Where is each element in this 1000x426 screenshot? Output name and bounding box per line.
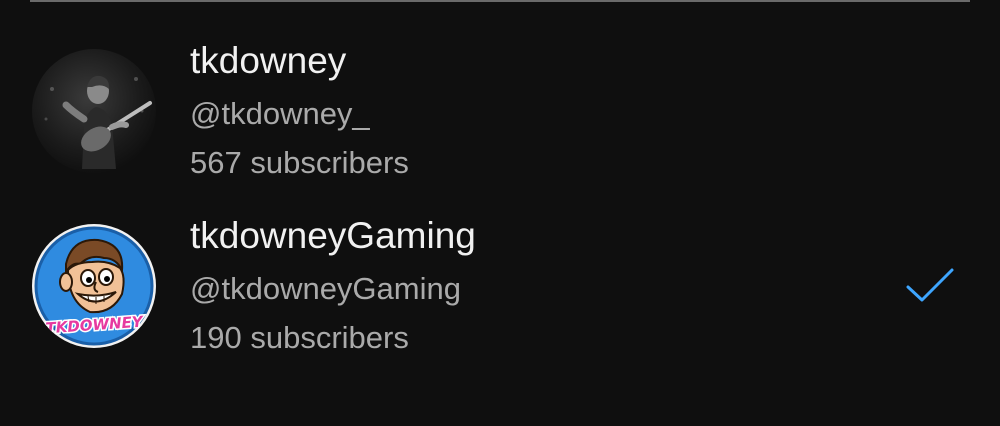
subscriber-count: 567 subscribers xyxy=(190,145,409,180)
channel-handle: @tkdowneyGaming xyxy=(190,271,461,306)
channel-name: tkdowney xyxy=(190,40,347,81)
guitarist-photo-avatar-icon xyxy=(32,49,156,173)
account-row-tkdowneygaming[interactable]: TKDOWNEY tkdowneyGaming @tkdowneyGaming … xyxy=(0,208,1000,383)
avatar: TKDOWNEY xyxy=(32,224,156,348)
top-divider xyxy=(30,0,970,2)
account-info: tkdowney @tkdowney_ 567 subscribers xyxy=(190,33,409,187)
account-info: tkdowneyGaming @tkdowneyGaming 190 subsc… xyxy=(190,208,476,362)
cartoon-face-logo-avatar-icon: TKDOWNEY xyxy=(32,224,156,348)
checkmark-icon xyxy=(906,268,954,302)
channel-name: tkdowneyGaming xyxy=(190,215,476,256)
avatar xyxy=(32,49,156,173)
subscriber-count: 190 subscribers xyxy=(190,320,409,355)
channel-handle: @tkdowney_ xyxy=(190,96,370,131)
account-row-tkdowney[interactable]: tkdowney @tkdowney_ 567 subscribers xyxy=(0,33,1000,208)
